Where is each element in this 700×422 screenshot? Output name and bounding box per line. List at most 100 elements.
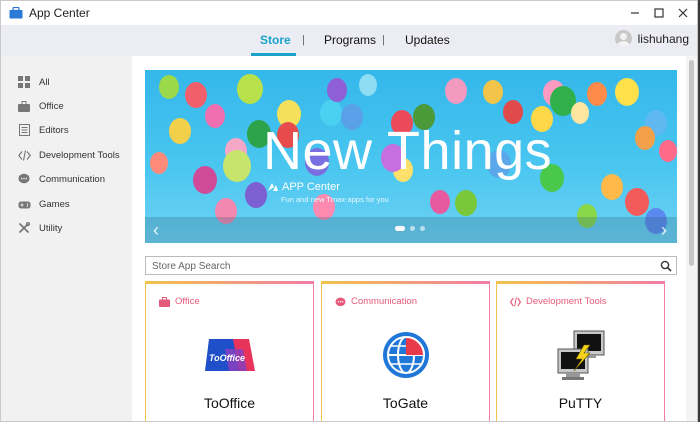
sidebar-item-label: Games [39,198,70,210]
username: lishuhang [637,31,689,46]
window-controls [623,1,695,25]
card-category-label: Communication [351,296,417,307]
category-sidebar: All Office Editors Development Tools Com… [1,56,132,421]
card-category-label: Development Tools [526,296,607,307]
putty-logo [554,328,608,382]
minimize-icon [631,12,639,14]
sidebar-item-editors[interactable]: Editors [17,122,69,138]
chat-icon [17,172,31,186]
balloon [327,78,347,102]
balloon [659,140,677,162]
balloon [587,82,607,106]
balloon [571,102,589,124]
tab-store[interactable]: Store [260,33,291,47]
search-icon[interactable] [660,260,672,272]
search-input[interactable] [152,259,652,273]
maximize-button[interactable] [647,1,671,25]
chat-icon [335,297,346,306]
briefcase-icon [17,99,31,113]
banner-brand-text: APP Center [282,181,340,193]
top-navigation: Store | Programs | Updates lishuhang [1,25,697,56]
carousel-next-button[interactable]: › [661,220,667,241]
app-name: PuTTY [558,395,603,411]
store-content: New Things APP Center Fun and new Tmax-a… [132,56,688,421]
card-category: Development Tools [510,296,607,307]
sidebar-item-label: Development Tools [39,149,120,161]
app-card-togate[interactable]: Communication ToGate [321,281,490,421]
balloon [601,174,623,200]
sidebar-item-label: Communication [39,173,105,185]
tooffice-logo: ToOffice [203,328,257,382]
tools-icon [17,221,31,235]
togate-logo [379,328,433,382]
balloon [185,82,207,108]
carousel-dot[interactable] [410,226,415,231]
sidebar-item-communication[interactable]: Communication [17,171,105,187]
maximize-icon [654,8,664,18]
balloon [150,152,168,174]
code-icon [17,148,31,162]
avatar [614,30,632,47]
balloon [635,126,655,150]
card-category-label: Office [175,296,200,307]
close-button[interactable] [671,1,695,25]
briefcase-icon [159,296,170,307]
carousel-dot[interactable] [420,226,425,231]
code-icon [510,296,521,307]
window-title: App Center [29,6,90,20]
title-bar: App Center [1,1,697,25]
balloon [445,78,467,104]
sidebar-item-games[interactable]: Games [17,196,70,212]
balloon [237,74,263,104]
promo-banner[interactable]: New Things APP Center Fun and new Tmax-a… [145,70,677,243]
balloon [455,190,477,216]
close-icon [678,8,688,18]
vertical-scrollbar[interactable] [686,56,697,421]
app-card-tooffice[interactable]: Office ToOffice ToOffice [145,281,314,421]
app-center-icon [9,7,23,19]
sidebar-item-all[interactable]: All [17,74,50,90]
sidebar-item-utility[interactable]: Utility [17,220,62,236]
sidebar-item-label: Office [39,100,64,112]
carousel-dot[interactable] [395,226,405,231]
app-name: ToOffice [203,395,256,411]
balloon [193,166,217,194]
balloon [615,78,639,106]
balloon [625,188,649,216]
banner-brand: APP Center [267,181,340,193]
user-account[interactable]: lishuhang [614,30,689,47]
balloon [169,118,191,144]
tab-separator: | [382,34,385,46]
card-category: Office [159,296,200,307]
sidebar-item-office[interactable]: Office [17,98,64,114]
app-card-putty[interactable]: Development Tools PuTTY [496,281,665,421]
gamepad-icon [17,197,31,211]
grid-icon [17,75,31,89]
balloon [223,150,251,182]
app-center-logo-icon [268,183,278,191]
app-name: ToGate [382,395,429,411]
minimize-button[interactable] [623,1,647,25]
card-category: Communication [335,296,417,307]
balloon [483,80,503,104]
sidebar-item-development-tools[interactable]: Development Tools [17,147,120,163]
tooffice-logo-text: ToOffice [209,353,245,363]
tab-updates[interactable]: Updates [405,33,450,47]
document-icon [17,123,31,137]
tab-separator: | [302,34,305,46]
sidebar-item-label: Editors [39,124,69,136]
tab-programs[interactable]: Programs [324,33,376,47]
carousel-indicators [395,226,430,231]
app-window: App Center Store | Programs | Updates li… [0,0,698,422]
sidebar-item-label: Utility [39,222,63,234]
store-search [145,256,677,275]
banner-title: New Things [263,121,553,181]
banner-subtitle: Fun and new Tmax-apps for you [281,195,389,204]
balloon [245,182,267,208]
scrollbar-thumb[interactable] [689,60,694,266]
carousel-prev-button[interactable]: ‹ [153,220,159,241]
sidebar-item-label: All [39,76,50,88]
balloon [205,104,225,128]
balloon [359,74,377,96]
balloon [430,190,450,214]
